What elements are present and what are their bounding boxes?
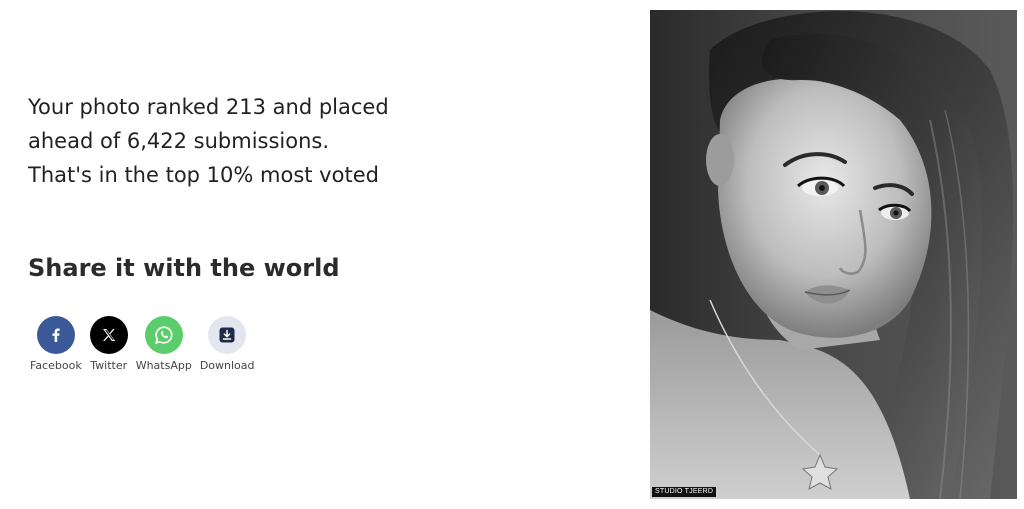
share-buttons: Facebook Twitter WhatsApp Download: [30, 316, 263, 372]
facebook-label: Facebook: [30, 359, 82, 372]
download-label: Download: [199, 359, 255, 372]
submissions-line: ahead of 6,422 submissions.: [28, 129, 330, 153]
rank-summary: Your photo ranked 213 and placed ahead o…: [28, 90, 448, 192]
submitted-photo: STUDIO TJEERD: [650, 10, 1017, 499]
facebook-share-button[interactable]: Facebook: [30, 316, 82, 372]
rank-line: Your photo ranked 213 and placed: [28, 95, 389, 119]
x-twitter-icon: [89, 316, 128, 354]
whatsapp-share-button[interactable]: WhatsApp: [136, 316, 192, 372]
share-heading: Share it with the world: [28, 254, 340, 282]
twitter-share-button[interactable]: Twitter: [89, 316, 128, 372]
twitter-label: Twitter: [90, 359, 128, 372]
whatsapp-label: WhatsApp: [135, 359, 192, 372]
whatsapp-icon: [144, 316, 183, 354]
percentile-line: That's in the top 10% most voted: [28, 163, 379, 187]
photo-watermark: STUDIO TJEERD: [652, 487, 717, 497]
result-page: Your photo ranked 213 and placed ahead o…: [0, 0, 1024, 509]
download-icon: [208, 316, 247, 354]
download-button[interactable]: Download: [200, 316, 255, 372]
facebook-icon: [36, 316, 75, 354]
portrait-image: [650, 10, 1017, 499]
